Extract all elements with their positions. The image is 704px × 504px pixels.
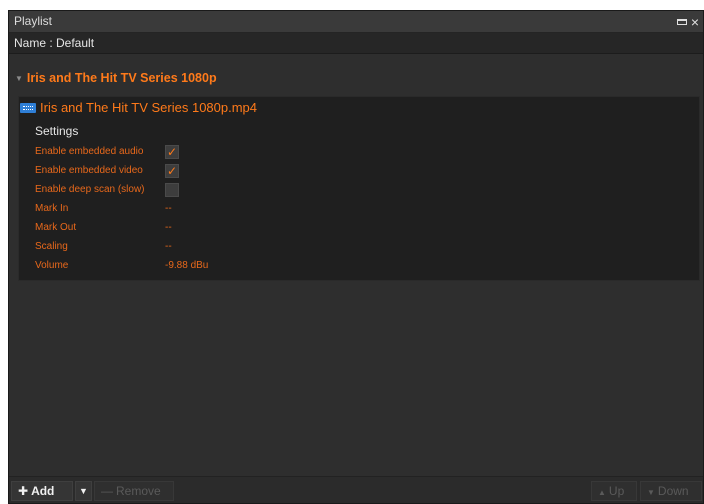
- plus-icon: ✚: [18, 484, 29, 498]
- clip-title[interactable]: Iris and The Hit TV Series 1080p.mp4: [20, 99, 257, 117]
- up-button-label: Up: [608, 484, 625, 498]
- mark-in-value[interactable]: --: [165, 200, 172, 218]
- window-buttons: ×: [676, 11, 699, 32]
- deep-scan-checkbox[interactable]: [165, 183, 179, 197]
- minus-icon: —: [101, 484, 113, 498]
- scaling-value[interactable]: --: [165, 238, 172, 256]
- setting-row-audio: Enable embedded audio ✓: [35, 143, 179, 161]
- close-icon[interactable]: ×: [691, 15, 699, 29]
- title-bar: Playlist ×: [9, 11, 703, 33]
- setting-label-scaling: Scaling: [35, 241, 68, 252]
- setting-row-deep-scan: Enable deep scan (slow): [35, 181, 179, 199]
- remove-button[interactable]: — Remove: [94, 481, 174, 501]
- dropdown-arrow-icon: ▼: [79, 486, 88, 496]
- setting-label-volume: Volume: [35, 260, 69, 271]
- up-arrow-icon: ▲: [598, 488, 606, 497]
- clip-item[interactable]: Iris and The Hit TV Series 1080p.mp4 Set…: [18, 96, 700, 281]
- add-button[interactable]: ✚ Add: [11, 481, 73, 501]
- setting-label-mark-in: Mark In: [35, 203, 69, 214]
- setting-row-mark-in: Mark In --: [35, 200, 172, 218]
- settings-label: Settings: [35, 124, 79, 138]
- volume-value[interactable]: -9.88 dBu: [165, 257, 208, 275]
- window-title: Playlist: [14, 14, 53, 28]
- add-button-label: Add: [31, 484, 55, 498]
- remove-button-label: Remove: [116, 484, 161, 498]
- setting-label-audio: Enable embedded audio: [35, 146, 144, 157]
- up-button[interactable]: ▲ Up: [591, 481, 637, 501]
- setting-row-mark-out: Mark Out --: [35, 219, 172, 237]
- playlist-name: Name : Default: [9, 33, 703, 54]
- setting-label-deep-scan: Enable deep scan (slow): [35, 184, 145, 195]
- clip-file-name: Iris and The Hit TV Series 1080p.mp4: [40, 100, 258, 115]
- group-title: Iris and The Hit TV Series 1080p: [26, 71, 217, 85]
- setting-label-video: Enable embedded video: [35, 165, 143, 176]
- enable-video-checkbox[interactable]: ✓: [165, 164, 179, 178]
- video-file-icon: [20, 103, 36, 113]
- setting-row-volume: Volume -9.88 dBu: [35, 257, 208, 275]
- setting-row-video: Enable embedded video ✓: [35, 162, 179, 180]
- setting-row-scaling: Scaling --: [35, 238, 172, 256]
- add-dropdown-button[interactable]: ▼: [75, 481, 92, 501]
- bottom-toolbar: ✚ Add ▼ — Remove ▲ Up ▼ Down: [9, 476, 703, 503]
- maximize-icon[interactable]: [676, 18, 687, 25]
- setting-label-mark-out: Mark Out: [35, 222, 77, 233]
- down-button[interactable]: ▼ Down: [640, 481, 702, 501]
- down-button-label: Down: [657, 484, 689, 498]
- collapse-triangle-icon[interactable]: ▼: [15, 69, 23, 89]
- mark-out-value[interactable]: --: [165, 219, 172, 237]
- playlist-window: Playlist × Name : Default ▼ Iris and The …: [8, 10, 704, 504]
- down-arrow-icon: ▼: [647, 488, 655, 497]
- enable-audio-checkbox[interactable]: ✓: [165, 145, 179, 159]
- group-header[interactable]: ▼ Iris and The Hit TV Series 1080p: [9, 68, 703, 88]
